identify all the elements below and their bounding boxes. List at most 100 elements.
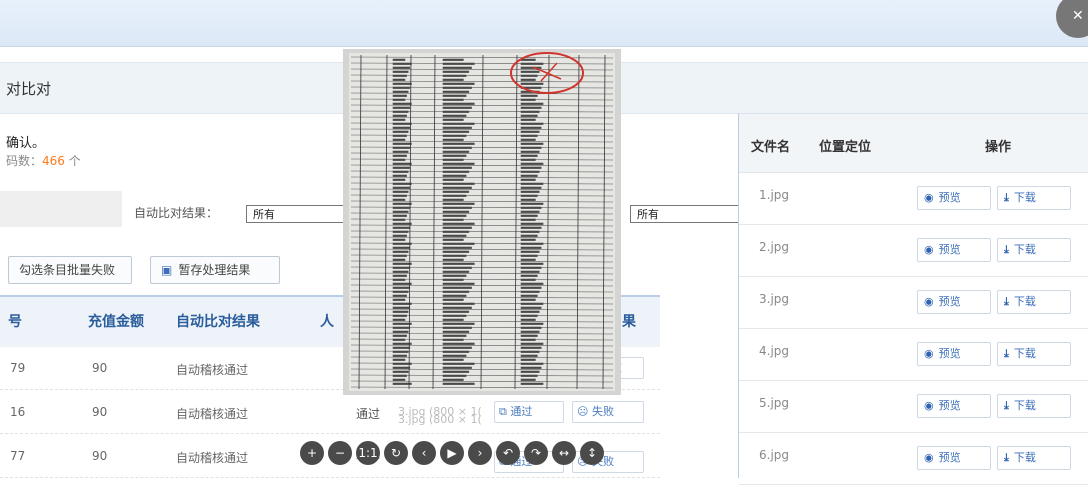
row-amount: 90 — [92, 449, 108, 463]
rotate-left-icon[interactable]: ↶ — [496, 441, 520, 465]
eye-icon: ◉ — [924, 295, 934, 308]
file-name-header: 文件名 — [751, 140, 791, 155]
prev-icon[interactable]: ‹ — [412, 441, 436, 465]
file-list-panel: 文件名 位置定位 操作 1.jpg ◉ 预览 ⤓ 下载 2.jpg ◉ 预览 ⤓ 下载 3.jpg ◉… — [738, 113, 1088, 485]
save-icon: ▣ — [161, 263, 173, 277]
download-label: 下载 — [1013, 347, 1036, 360]
file-name: 2.jpg — [759, 240, 790, 254]
zoom-out-icon[interactable]: − — [328, 441, 352, 465]
preview-button[interactable]: ◉ 预览 — [917, 394, 991, 418]
row-no: 16 — [10, 405, 26, 419]
flip-horizontal-icon[interactable]: ↔ — [552, 441, 576, 465]
search-field[interactable] — [0, 191, 122, 227]
preview-label: 预览 — [938, 347, 961, 360]
section-title: 对比对 — [6, 80, 52, 98]
reset-icon[interactable]: ↻ — [384, 441, 408, 465]
eye-icon: ◉ — [924, 399, 934, 412]
row-no: 77 — [10, 449, 26, 463]
zoom-in-icon[interactable]: + — [300, 441, 324, 465]
preview-button[interactable]: ◉ 预览 — [917, 342, 991, 366]
result-header: 果 — [622, 314, 636, 330]
download-icon: ⤓ — [1004, 191, 1009, 204]
row-auto-result: 自动稽核通过 — [176, 451, 249, 465]
fail-button[interactable]: ☹ 失败 — [572, 401, 644, 423]
preview-label: 预览 — [938, 399, 961, 412]
pass-button[interactable]: ⧉ 通过 — [494, 401, 564, 423]
file-row: 2.jpg ◉ 预览 ⤓ 下载 — [739, 224, 1088, 277]
file-name: 1.jpg — [759, 188, 790, 202]
auto-result-header: 自动比对结果 — [176, 314, 260, 330]
play-icon[interactable]: ▶ — [440, 441, 464, 465]
preview-button[interactable]: ◉ 预览 — [917, 446, 991, 470]
eye-icon: ◉ — [924, 243, 934, 256]
manual-header: 人 — [320, 314, 334, 330]
fail-label: 失败 — [591, 405, 614, 418]
image-caption: 3.jpg (800 × 1( — [398, 413, 482, 426]
dialog-header — [0, 0, 1088, 47]
row-amount: 90 — [92, 405, 108, 419]
flip-vertical-icon[interactable]: ↕ — [580, 441, 604, 465]
download-button[interactable]: ⤓ 下载 — [997, 446, 1071, 470]
download-label: 下载 — [1013, 295, 1036, 308]
file-row: 3.jpg ◉ 预览 ⤓ 下载 — [739, 276, 1088, 329]
download-icon: ⤓ — [1004, 295, 1009, 308]
preview-button[interactable]: ◉ 预览 — [917, 238, 991, 262]
file-name: 6.jpg — [759, 448, 790, 462]
preview-label: 预览 — [938, 191, 961, 204]
download-icon: ⤓ — [1004, 347, 1009, 360]
preview-button[interactable]: ◉ 预览 — [917, 186, 991, 210]
location-header: 位置定位 — [819, 140, 872, 155]
row-auto-result: 自动稽核通过 — [176, 363, 249, 377]
amount-header: 充值金额 — [88, 314, 144, 330]
rotate-right-icon[interactable]: ↷ — [524, 441, 548, 465]
next-icon[interactable]: › — [468, 441, 492, 465]
download-button[interactable]: ⤓ 下载 — [997, 290, 1071, 314]
file-name: 3.jpg — [759, 292, 790, 306]
count-value: 466 — [42, 154, 65, 168]
preview-label: 预览 — [938, 451, 961, 464]
batch-fail-button[interactable]: 勾选条目批量失败 — [8, 256, 132, 284]
actual-size-icon[interactable]: 1:1 — [356, 441, 380, 465]
download-icon: ⤓ — [1004, 451, 1009, 464]
file-name: 4.jpg — [759, 344, 790, 358]
download-label: 下载 — [1013, 451, 1036, 464]
download-icon: ⤓ — [1004, 243, 1009, 256]
download-button[interactable]: ⤓ 下载 — [997, 186, 1071, 210]
download-label: 下载 — [1013, 191, 1036, 204]
eye-icon: ◉ — [924, 347, 934, 360]
image-preview[interactable] — [343, 49, 621, 395]
file-name: 5.jpg — [759, 396, 790, 410]
col-no-header: 号 — [8, 314, 22, 330]
download-button[interactable]: ⤓ 下载 — [997, 238, 1071, 262]
file-list-header: 文件名 位置定位 操作 — [739, 114, 1088, 173]
file-row: 6.jpg ◉ 预览 ⤓ 下载 — [739, 432, 1088, 485]
download-button[interactable]: ⤓ 下载 — [997, 342, 1071, 366]
eye-icon: ◉ — [924, 451, 934, 464]
file-row: 1.jpg ◉ 预览 ⤓ 下载 — [739, 172, 1088, 225]
fail-icon: ☹ — [577, 405, 592, 418]
count-label: 码数： — [6, 154, 43, 168]
table-row: 16 90 自动稽核通过 通过 3.jpg (800 × 1( ⧉ 通过 ☹ 失… — [0, 389, 660, 434]
download-label: 下载 — [1013, 243, 1036, 256]
preview-label: 预览 — [938, 295, 961, 308]
row-auto-result: 自动稽核通过 — [176, 407, 249, 421]
pass-label: 通过 — [510, 405, 533, 418]
row-no: 79 — [10, 361, 26, 375]
confirm-note: 确认。 — [6, 136, 46, 151]
save-result-label: 暂存处理结果 — [178, 263, 251, 277]
download-button[interactable]: ⤓ 下载 — [997, 394, 1071, 418]
download-icon: ⤓ — [1004, 399, 1009, 412]
batch-fail-label: 勾选条目批量失败 — [19, 263, 116, 277]
auto-result-filter-label: 自动比对结果： — [134, 206, 219, 220]
scanned-document-image — [343, 49, 621, 395]
save-result-button[interactable]: ▣ 暂存处理结果 — [150, 256, 280, 284]
file-row: 4.jpg ◉ 预览 ⤓ 下载 — [739, 328, 1088, 381]
pass-icon: ⧉ — [499, 405, 511, 418]
preview-button[interactable]: ◉ 预览 — [917, 290, 991, 314]
preview-label: 预览 — [938, 243, 961, 256]
download-label: 下载 — [1013, 399, 1036, 412]
operations-header: 操作 — [985, 140, 1012, 155]
eye-icon: ◉ — [924, 191, 934, 204]
file-row: 5.jpg ◉ 预览 ⤓ 下载 — [739, 380, 1088, 433]
row-amount: 90 — [92, 361, 108, 375]
